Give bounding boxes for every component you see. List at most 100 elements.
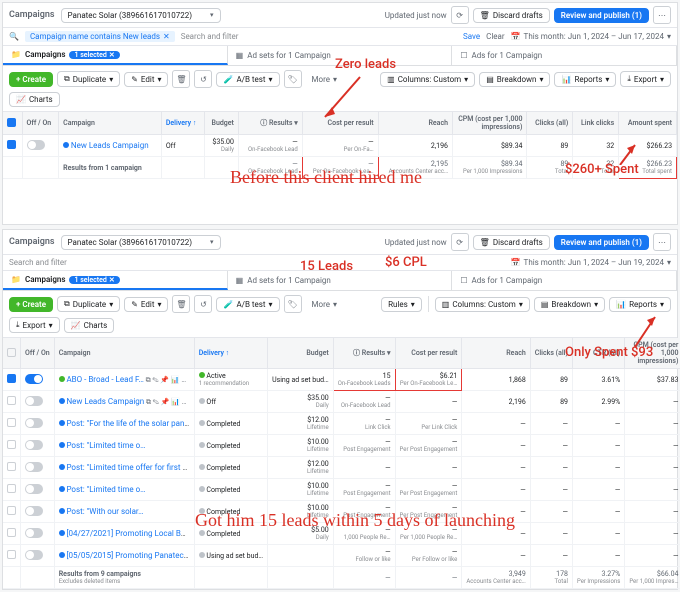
reports-button[interactable]: 📊 Reports ▾	[554, 72, 616, 87]
campaign-link[interactable]: New Leads Campaign	[71, 141, 149, 150]
tab-ads[interactable]: ☐ Ads for 1 Campaign	[452, 271, 677, 290]
tab-campaigns[interactable]: 📁 Campaigns 1 selected ✕	[3, 46, 228, 65]
toggle-switch[interactable]	[25, 550, 43, 560]
filter-pill[interactable]: Campaign name contains New leads ✕	[25, 31, 175, 42]
duplicate-button[interactable]: ⧉ Duplicate ▾	[57, 296, 120, 312]
col-off-on[interactable]: Off / On	[21, 338, 55, 369]
col-cpm[interactable]: CPM (cost per 1,000 impressions)	[625, 338, 680, 369]
col-budget[interactable]: Budget	[268, 338, 334, 369]
row-action-icons[interactable]: ⧉ ✎ 📌 📊 …	[146, 398, 186, 407]
col-cpr[interactable]: Cost per result	[395, 338, 462, 369]
edit-button[interactable]: ✎ Edit ▾	[124, 72, 168, 87]
campaign-link[interactable]: ABO - Broad - Lead F…	[66, 375, 143, 384]
col-campaign[interactable]: Campaign	[59, 112, 162, 135]
col-off-on[interactable]: Off / On	[22, 112, 59, 135]
row-checkbox[interactable]	[7, 462, 16, 471]
campaign-link[interactable]: [05/05/2015] Promoting Panatec Solar	[66, 551, 194, 560]
date-range-picker[interactable]: 📅 This month: Jun 1, 2024 – Jun 17, 2024…	[511, 32, 671, 41]
campaign-link[interactable]: Post: "For the life of the solar panels,…	[66, 419, 194, 428]
toggle-switch[interactable]	[25, 440, 43, 450]
tab-adsets[interactable]: ▦ Ad sets for 1 Campaign	[228, 271, 453, 290]
table-row[interactable]: New Leads Campaign Off $35.00Daily —On-F…	[3, 135, 677, 157]
more-button[interactable]: More ▾	[306, 298, 343, 311]
toggle-switch[interactable]	[25, 374, 43, 384]
save-filter-link[interactable]: Save	[463, 32, 480, 41]
tab-adsets[interactable]: ▦ Ad sets for 1 Campaign	[228, 46, 453, 65]
discard-drafts-button[interactable]: 🗑 Discard drafts	[473, 8, 550, 23]
col-results[interactable]: ⓘ Results ▾	[238, 112, 302, 135]
table-row[interactable]: New Leads Campaign ⧉ ✎ 📌 📊 … Off $35.00D…	[3, 391, 680, 413]
more-icon[interactable]: ⋯	[653, 6, 671, 24]
edit-button[interactable]: ✎ Edit ▾	[124, 297, 168, 312]
toggle-switch[interactable]	[25, 396, 43, 406]
duplicate-button[interactable]: ⧉ Duplicate ▾	[57, 71, 120, 87]
search-input[interactable]: Search and filter	[181, 32, 457, 41]
col-delivery[interactable]: Delivery ↑	[161, 112, 204, 135]
table-row[interactable]: Post: "Limited time o… Completed $10.00L…	[3, 435, 680, 457]
charts-button[interactable]: 📈 Charts	[64, 318, 115, 333]
campaign-link[interactable]: [04/27/2021] Promoting Local Business Pa…	[66, 529, 194, 538]
table-row[interactable]: Post: "Limited time o… Completed $10.00L…	[3, 479, 680, 501]
table-row[interactable]: Post: "Limited time offer for first 50 c…	[3, 457, 680, 479]
review-publish-button[interactable]: Review and publish (1)	[554, 8, 649, 23]
table-row[interactable]: [05/05/2015] Promoting Panatec Solar Usi…	[3, 545, 680, 567]
toggle-switch[interactable]	[25, 418, 43, 428]
tag-icon[interactable]: 🏷	[284, 70, 302, 88]
refresh-icon[interactable]: ⟳	[451, 6, 469, 24]
rules-button[interactable]: Rules ▾	[381, 297, 422, 312]
campaign-link[interactable]: Post: "Limited time o…	[66, 441, 145, 450]
row-checkbox[interactable]	[7, 506, 16, 515]
campaign-link[interactable]: New Leads Campaign	[66, 397, 144, 406]
campaign-link[interactable]: Post: "Limited time o…	[66, 485, 145, 494]
breakdown-button[interactable]: ▤ Breakdown ▾	[534, 297, 605, 312]
row-checkbox[interactable]	[7, 374, 16, 383]
toggle-switch[interactable]	[27, 140, 45, 150]
account-selector[interactable]: Panatec Solar (389661617010722) ▾	[61, 8, 221, 23]
reports-button[interactable]: 📊 Reports ▾	[609, 297, 671, 312]
row-checkbox[interactable]	[7, 140, 16, 149]
ab-test-button[interactable]: 🧪 A/B test ▾	[216, 297, 279, 312]
col-campaign[interactable]: Campaign	[54, 338, 194, 369]
col-ctr[interactable]: CTR (all)	[572, 338, 624, 369]
row-checkbox[interactable]	[7, 440, 16, 449]
tab-ads[interactable]: ☐ Ads for 1 Campaign	[452, 46, 677, 65]
create-button[interactable]: + Create	[9, 297, 53, 312]
campaign-link[interactable]: Post: "Limited time offer for first 50 c…	[66, 463, 194, 472]
toggle-switch[interactable]	[25, 528, 43, 538]
col-budget[interactable]: Budget	[204, 112, 238, 135]
discard-drafts-button[interactable]: 🗑 Discard drafts	[473, 235, 550, 250]
tab-campaigns[interactable]: 📁 Campaigns 1 selected ✕	[3, 271, 228, 290]
clear-filter-link[interactable]: Clear	[486, 32, 504, 41]
toggle-switch[interactable]	[25, 462, 43, 472]
columns-button[interactable]: ▥ Columns: Custom ▾	[435, 297, 530, 312]
export-button[interactable]: ⤓ Export ▾	[620, 71, 671, 87]
more-button[interactable]: More ▾	[306, 73, 343, 86]
create-button[interactable]: + Create	[9, 72, 53, 87]
table-row[interactable]: Post: "For the life of the solar panels,…	[3, 413, 680, 435]
col-cpr[interactable]: Cost per result	[302, 112, 378, 135]
col-reach[interactable]: Reach	[462, 338, 530, 369]
delete-icon[interactable]: 🗑	[172, 295, 190, 313]
columns-button[interactable]: ▥ Columns: Custom ▾	[380, 72, 475, 87]
col-cpm[interactable]: CPM (cost per 1,000 impressions)	[453, 112, 527, 135]
export-button[interactable]: ⤓ Export ▾	[9, 317, 60, 333]
col-reach[interactable]: Reach	[378, 112, 452, 135]
col-link-clicks[interactable]: Link clicks	[573, 112, 619, 135]
revert-icon[interactable]: ↺	[194, 295, 212, 313]
row-action-icons[interactable]: ⧉ ✎ 📌 📊 …	[146, 376, 186, 385]
row-checkbox[interactable]	[7, 418, 16, 427]
row-checkbox[interactable]	[7, 550, 16, 559]
toggle-switch[interactable]	[25, 506, 43, 516]
row-checkbox[interactable]	[7, 528, 16, 537]
date-range-picker[interactable]: 📅 This month: Jun 1, 2024 – Jun 19, 2024…	[511, 258, 671, 267]
revert-icon[interactable]: ↺	[194, 70, 212, 88]
col-delivery[interactable]: Delivery ↑	[194, 338, 267, 369]
account-selector[interactable]: Panatec Solar (389661617010722) ▾	[61, 235, 221, 250]
delete-icon[interactable]: 🗑	[172, 70, 190, 88]
table-row[interactable]: [04/27/2021] Promoting Local Business Pa…	[3, 523, 680, 545]
row-checkbox[interactable]	[7, 396, 16, 405]
charts-button[interactable]: 📈 Charts	[9, 92, 60, 107]
table-row[interactable]: ABO - Broad - Lead F… ⧉ ✎ 📌 📊 … Active1 …	[3, 369, 680, 391]
col-clicks[interactable]: Clicks (all)	[530, 338, 572, 369]
col-clicks[interactable]: Clicks (all)	[527, 112, 573, 135]
